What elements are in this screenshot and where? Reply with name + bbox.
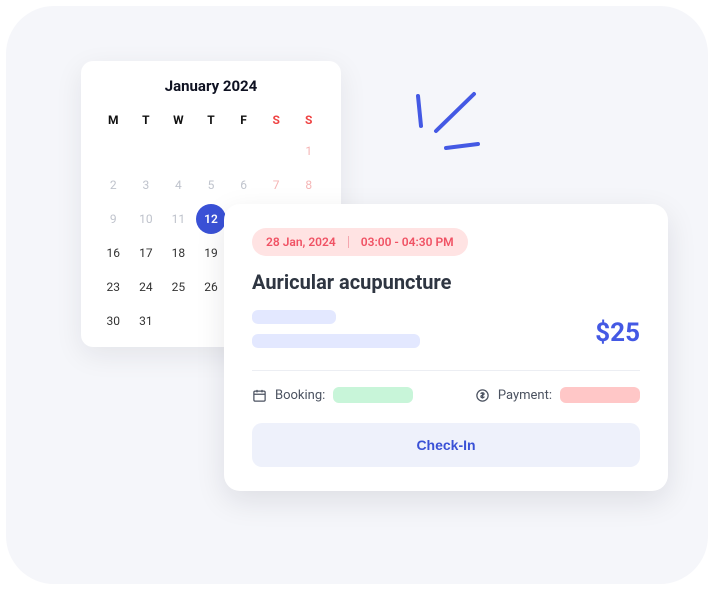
- decorative-scribble: [406, 86, 506, 166]
- dow-header: M: [97, 107, 130, 133]
- calendar-day[interactable]: 16: [98, 238, 128, 268]
- calendar-day[interactable]: 4: [163, 170, 193, 200]
- calendar-day[interactable]: 3: [131, 170, 161, 200]
- calendar-day[interactable]: 1: [294, 136, 324, 166]
- calendar-day[interactable]: 9: [98, 204, 128, 234]
- skeleton-column: [252, 310, 420, 348]
- booking-status-chip: [333, 387, 413, 403]
- calendar-day[interactable]: 2: [98, 170, 128, 200]
- appointment-title: Auricular acupuncture: [252, 270, 640, 294]
- calendar-day[interactable]: 18: [163, 238, 193, 268]
- stage: January 2024 MTWTFSS12345678910111213141…: [6, 6, 708, 584]
- datetime-pill: 28 Jan, 2024 03:00 - 04:30 PM: [252, 228, 468, 256]
- dollar-icon: [475, 388, 490, 403]
- dow-header: T: [195, 107, 228, 133]
- booking-status: Booking:: [252, 387, 413, 403]
- calendar-day[interactable]: 10: [131, 204, 161, 234]
- skeleton-line: [252, 310, 336, 324]
- appointment-date: 28 Jan, 2024: [266, 235, 336, 249]
- calendar-day[interactable]: 23: [98, 272, 128, 302]
- dow-header: F: [227, 107, 260, 133]
- price-row: $25: [252, 310, 640, 348]
- booking-label: Booking:: [275, 388, 325, 403]
- divider: [252, 370, 640, 371]
- calendar-day[interactable]: 12: [196, 204, 226, 234]
- appointment-card: 28 Jan, 2024 03:00 - 04:30 PM Auricular …: [224, 204, 668, 491]
- calendar-day[interactable]: 31: [131, 306, 161, 336]
- checkin-button[interactable]: Check-In: [252, 423, 640, 467]
- skeleton-line: [252, 334, 420, 348]
- calendar-day[interactable]: 7: [261, 170, 291, 200]
- calendar-day[interactable]: 25: [163, 272, 193, 302]
- appointment-time: 03:00 - 04:30 PM: [361, 235, 454, 249]
- calendar-day[interactable]: 8: [294, 170, 324, 200]
- calendar-title: January 2024: [97, 77, 325, 95]
- calendar-day[interactable]: 26: [196, 272, 226, 302]
- calendar-icon: [252, 388, 267, 403]
- calendar-day[interactable]: 11: [163, 204, 193, 234]
- calendar-day[interactable]: 24: [131, 272, 161, 302]
- calendar-day[interactable]: 17: [131, 238, 161, 268]
- payment-status: Payment:: [475, 387, 640, 403]
- calendar-day[interactable]: 6: [229, 170, 259, 200]
- dow-header: T: [130, 107, 163, 133]
- status-row: Booking: Payment:: [252, 387, 640, 403]
- calendar-day[interactable]: 5: [196, 170, 226, 200]
- appointment-price: $25: [595, 318, 640, 348]
- calendar-day[interactable]: 30: [98, 306, 128, 336]
- calendar-day[interactable]: 19: [196, 238, 226, 268]
- dow-header: S: [292, 107, 325, 133]
- payment-label: Payment:: [498, 388, 552, 403]
- pill-separator: [348, 236, 349, 248]
- dow-header: S: [260, 107, 293, 133]
- payment-status-chip: [560, 387, 640, 403]
- dow-header: W: [162, 107, 195, 133]
